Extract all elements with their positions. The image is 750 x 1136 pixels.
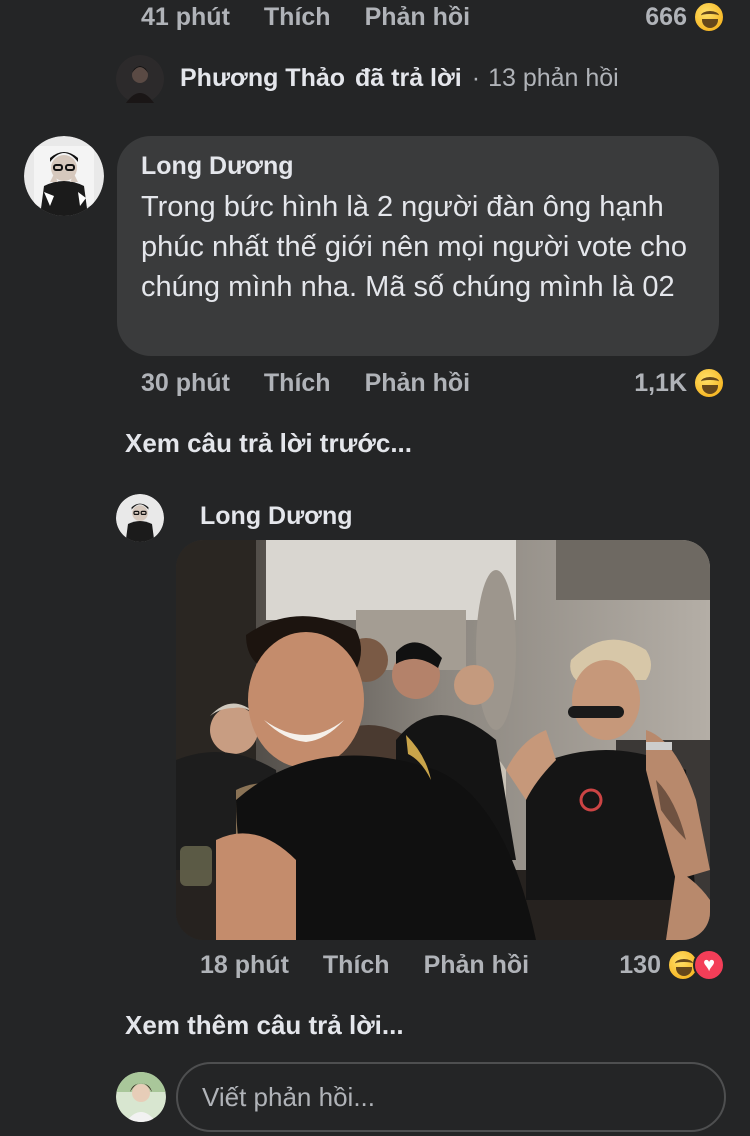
avatar	[116, 55, 164, 103]
replied-verb: đã trả lời	[355, 63, 462, 92]
see-more-replies-link[interactable]: Xem thêm câu trả lời...	[125, 1010, 404, 1041]
see-previous-replies-link[interactable]: Xem câu trả lời trước...	[125, 428, 412, 459]
reply-summary-link[interactable]: Phương Thảo đã trả lời · 13 phản hồi	[116, 52, 619, 104]
reaction-summary[interactable]: 666	[645, 1, 725, 33]
haha-icon	[693, 1, 725, 33]
reply-input-placeholder: Viết phản hồi...	[202, 1081, 375, 1112]
replier-name: Phương Thảo	[180, 63, 346, 92]
like-button[interactable]: Thích	[323, 951, 390, 980]
comment-thread: 41 phút Thích Phản hồi 666 Phương Thảo đ…	[0, 0, 750, 1136]
reaction-count: 666	[645, 2, 687, 31]
current-user-avatar	[116, 1072, 166, 1122]
separator-dot: ·	[471, 63, 481, 92]
like-button[interactable]: Thích	[264, 369, 331, 398]
timestamp: 18 phút	[200, 950, 289, 979]
comment-actions: 30 phút Thích Phản hồi 1,1K	[141, 366, 725, 400]
comment-bubble[interactable]: Long Dương Trong bức hình là 2 người đàn…	[117, 136, 719, 356]
timestamp: 41 phút	[141, 2, 230, 31]
commenter-avatar[interactable]	[24, 136, 104, 216]
reply-input[interactable]: Viết phản hồi...	[176, 1062, 726, 1132]
reaction-summary[interactable]: 1,1K	[634, 367, 725, 399]
reply-button[interactable]: Phản hồi	[365, 369, 471, 398]
comment-text: Trong bức hình là 2 người đàn ông hạnh p…	[141, 191, 687, 303]
reply-author-avatar[interactable]	[116, 494, 164, 542]
timestamp: 30 phút	[141, 368, 230, 397]
comment-author[interactable]: Long Dương	[141, 152, 695, 181]
reply-button[interactable]: Phản hồi	[424, 951, 530, 980]
reply-actions: 18 phút Thích Phản hồi 130	[200, 948, 725, 982]
like-button[interactable]: Thích	[264, 3, 331, 32]
reply-count: 13 phản hồi	[488, 63, 619, 92]
top-comment-actions: 41 phút Thích Phản hồi 666	[141, 0, 725, 34]
reply-photo[interactable]	[176, 540, 710, 940]
reply-author-name[interactable]: Long Dương	[200, 502, 353, 531]
reaction-count: 130	[619, 950, 661, 979]
reaction-summary[interactable]: 130	[619, 949, 725, 981]
love-icon	[693, 949, 725, 981]
haha-icon	[693, 367, 725, 399]
reaction-count: 1,1K	[634, 368, 687, 397]
reply-button[interactable]: Phản hồi	[365, 3, 471, 32]
